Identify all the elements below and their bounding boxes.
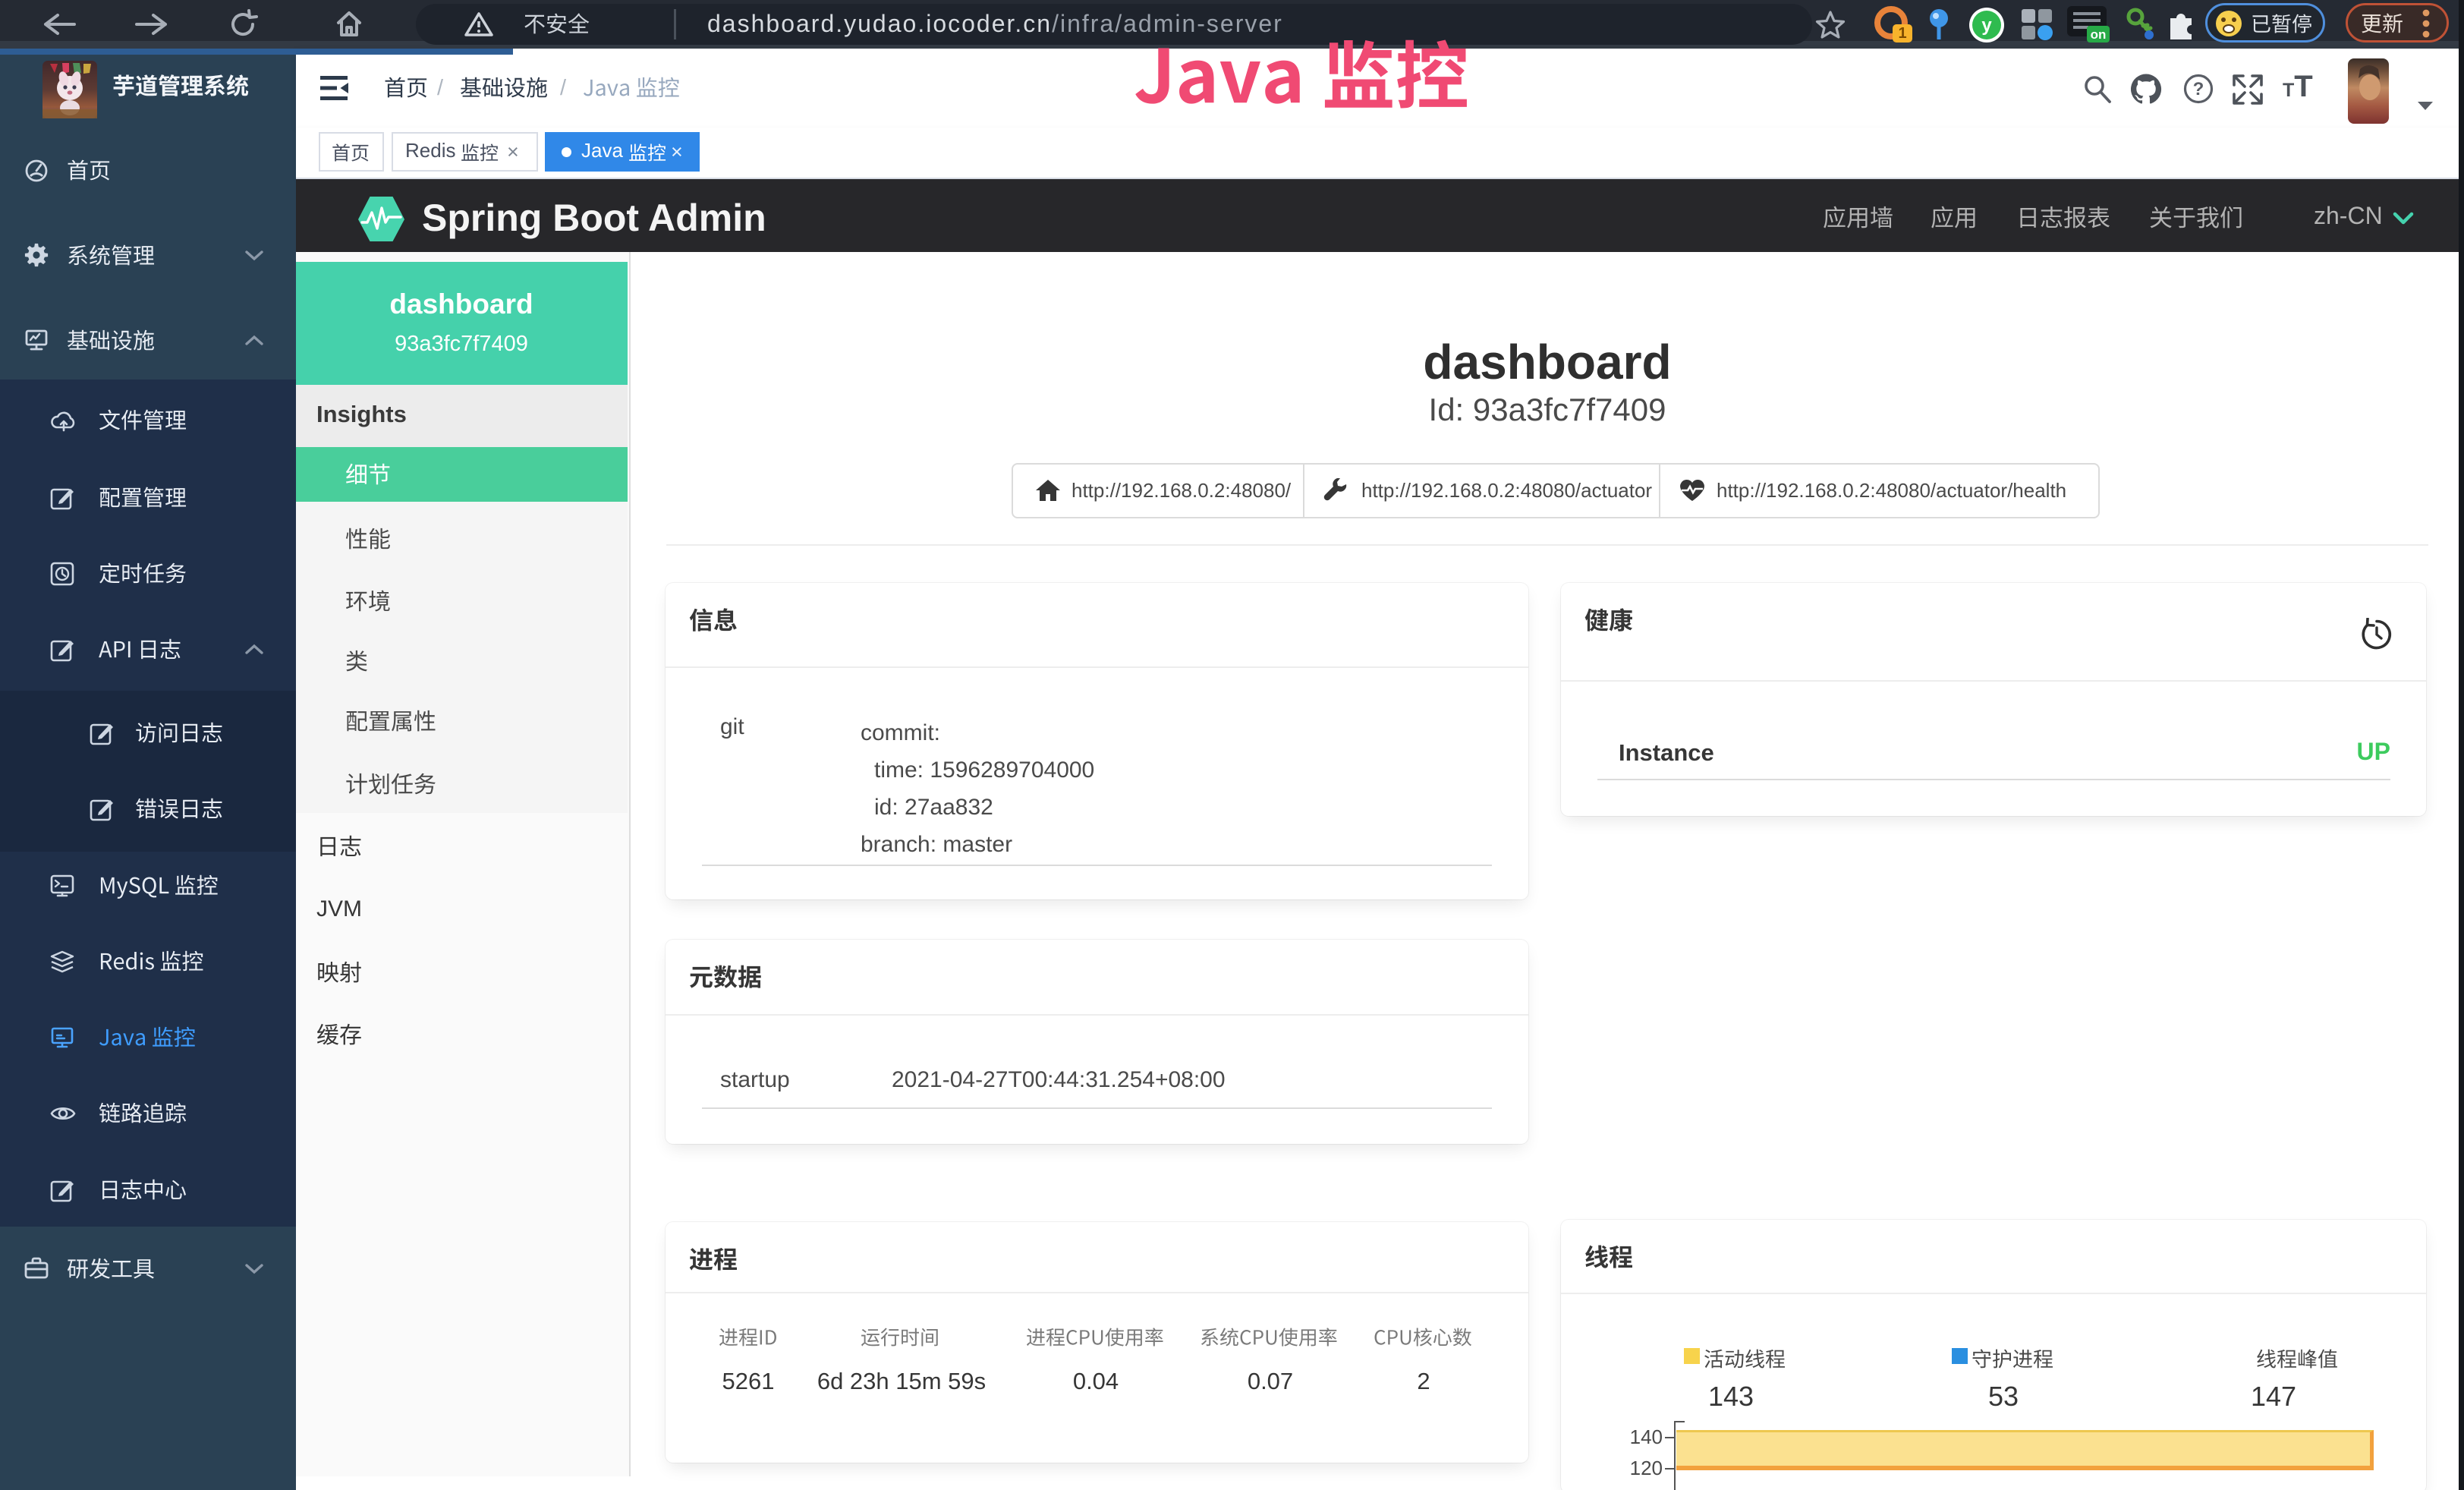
svg-text:on: on	[2091, 27, 2107, 42]
svg-text:?: ?	[2193, 79, 2204, 99]
svg-text:1: 1	[1898, 25, 1906, 42]
svg-text:y: y	[1981, 15, 1992, 36]
